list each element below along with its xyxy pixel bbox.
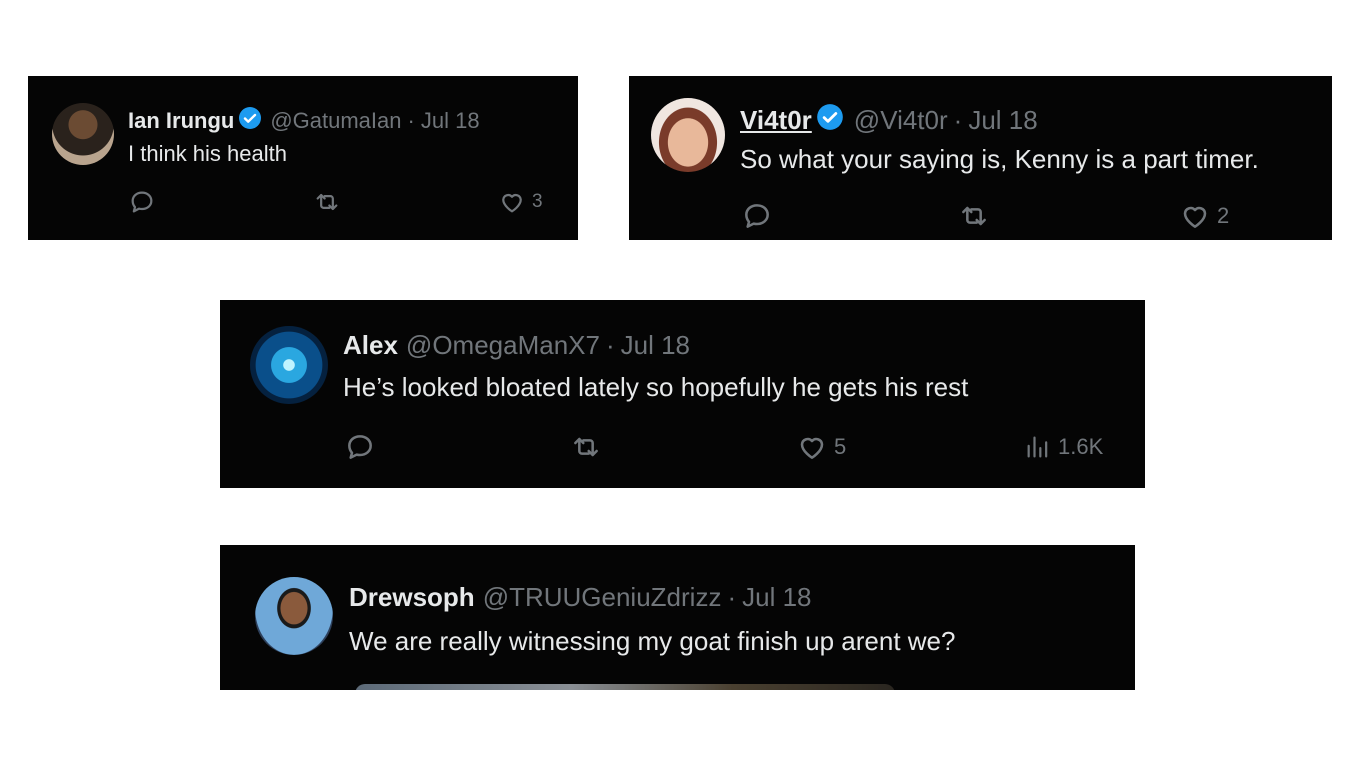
author-name[interactable]: Ian Irungu (128, 108, 234, 134)
like-button[interactable]: 3 (498, 188, 543, 216)
retweet-button[interactable] (957, 200, 991, 232)
separator: · (727, 582, 737, 612)
reply-button[interactable] (128, 188, 156, 216)
tweet-text: So what your saying is, Kenny is a part … (740, 144, 1259, 174)
tweet-card-alex[interactable]: Alex @OmegaManX7 · Jul 18 He’s looked bl… (220, 300, 1145, 488)
separator: · (407, 108, 415, 133)
views-button[interactable]: 1.6K (1024, 433, 1103, 461)
retweet-button[interactable] (569, 431, 603, 463)
avatar-ian[interactable] (52, 103, 114, 165)
tweet-card-vi4t0r[interactable]: Vi4t0r @Vi4t0r · Jul 18 So what your say… (629, 76, 1332, 240)
verified-badge-icon (238, 106, 262, 136)
tweet-date[interactable]: Jul 18 (742, 582, 811, 613)
retweet-icon (574, 437, 598, 457)
view-count: 1.6K (1058, 434, 1104, 459)
like-count: 3 (532, 191, 543, 212)
tweet-card-drewsoph[interactable]: Drewsoph @TRUUGeniuZdrizz · Jul 18 We ar… (220, 545, 1135, 690)
like-button[interactable]: 5 (796, 431, 846, 463)
like-icon (502, 194, 522, 213)
tweet-date[interactable]: Jul 18 (421, 108, 480, 134)
author-handle[interactable]: @OmegaManX7 (406, 330, 600, 361)
retweet-button[interactable] (312, 188, 342, 216)
retweet-icon (962, 206, 986, 226)
retweet-icon (316, 193, 338, 211)
avatar-drewsoph[interactable] (255, 577, 333, 655)
views-icon (1027, 436, 1048, 458)
reply-button[interactable] (741, 200, 773, 232)
tweet-text: He’s looked bloated lately so hopefully … (343, 372, 969, 402)
avatar-vi4t0r[interactable] (651, 98, 725, 172)
author-name[interactable]: Drewsoph (349, 582, 475, 613)
separator: · (953, 105, 963, 135)
author-name[interactable]: Vi4t0r (740, 105, 812, 136)
separator: · (605, 330, 615, 360)
like-icon (800, 437, 824, 459)
like-button[interactable]: 2 (1179, 200, 1229, 232)
author-handle[interactable]: @Vi4t0r (854, 105, 948, 136)
avatar-alex[interactable] (250, 326, 328, 404)
tweet-date[interactable]: Jul 18 (621, 330, 690, 361)
like-icon (1183, 206, 1207, 228)
verified-badge-icon (816, 103, 844, 138)
tweet-text: We are really witnessing my goat finish … (349, 626, 956, 656)
author-handle[interactable]: @GatumaIan (270, 108, 401, 134)
tweet-date[interactable]: Jul 18 (968, 105, 1037, 136)
reply-icon (131, 191, 153, 213)
like-count: 2 (1217, 203, 1230, 228)
attached-media-preview[interactable] (355, 684, 895, 690)
like-count: 5 (834, 434, 847, 459)
author-name[interactable]: Alex (343, 330, 398, 361)
tweet-text: I think his health (128, 141, 287, 166)
author-handle[interactable]: @TRUUGeniuZdrizz (483, 582, 722, 613)
tweet-card-ian[interactable]: Ian Irungu @GatumaIan · Jul 18 I think h… (28, 76, 578, 240)
reply-button[interactable] (344, 431, 376, 463)
reply-icon (348, 435, 372, 459)
reply-icon (745, 204, 769, 228)
